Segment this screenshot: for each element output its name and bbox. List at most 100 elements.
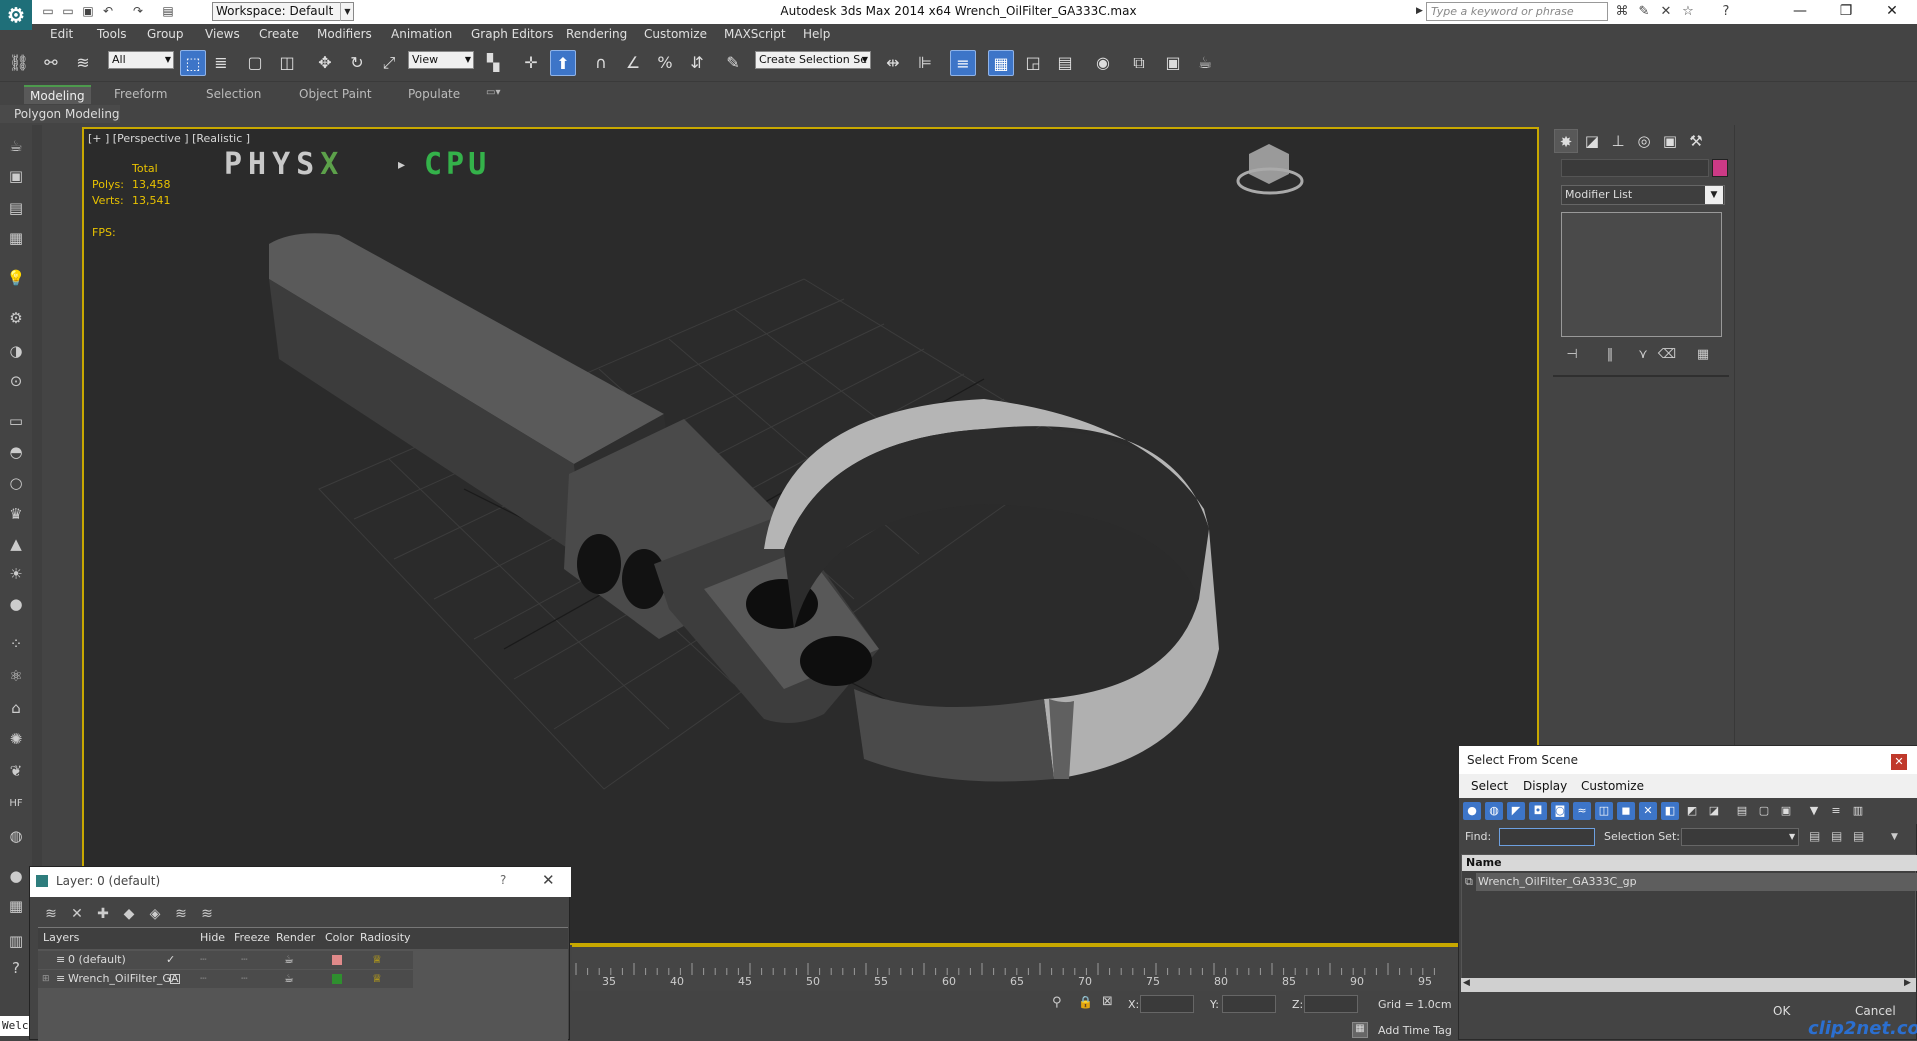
menu-help[interactable]: Help	[803, 27, 830, 41]
select-manipulate-icon[interactable]: ✛	[518, 50, 544, 76]
configure-sets-icon[interactable]: ▦	[1692, 345, 1714, 365]
layer-manager-icon[interactable]: ▦	[988, 50, 1014, 76]
selection-set-dropdown[interactable]	[1681, 828, 1799, 846]
display-none-icon[interactable]: ▢	[1755, 802, 1773, 820]
col-color[interactable]: Color	[325, 931, 354, 944]
display-spacewarps-icon[interactable]: ≈	[1573, 802, 1591, 820]
remove-modifier-icon[interactable]: ⌫	[1656, 345, 1678, 365]
col-radiosity[interactable]: Radiosity	[360, 931, 411, 944]
box-icon[interactable]: ▣	[5, 165, 27, 187]
modifier-list-dropdown[interactable]: Modifier List	[1561, 185, 1725, 205]
help-icon[interactable]: ?	[5, 957, 27, 979]
chevron-down-icon[interactable]: ▼	[1705, 186, 1723, 204]
absolute-mode-icon[interactable]: ⊠	[1102, 994, 1113, 1009]
molecule-icon[interactable]: ⚛	[5, 665, 27, 687]
hierarchy-icon[interactable]: ≡	[1827, 802, 1845, 820]
close-icon[interactable]: ✕	[1869, 0, 1915, 24]
tab-freeform[interactable]: Freeform	[114, 87, 167, 101]
menu-display[interactable]: Display	[1523, 779, 1567, 793]
angle-snap-icon[interactable]: ∠	[620, 50, 646, 76]
scroll-left-icon[interactable]: ◀	[1463, 978, 1470, 988]
restore-icon[interactable]: ❐	[1823, 0, 1869, 24]
display-tab-icon[interactable]: ▣	[1658, 129, 1682, 153]
radiosity-icon[interactable]: ♕	[372, 951, 382, 969]
menu-edit[interactable]: Edit	[50, 27, 73, 41]
pin-stack-icon[interactable]: ⊣	[1561, 345, 1583, 365]
link-icon[interactable]: ⛓	[6, 50, 32, 76]
schematic-view-icon[interactable]: ▤	[1052, 50, 1078, 76]
twist-icon[interactable]: ◑	[5, 340, 27, 362]
freeze-toggle[interactable]: ┄	[241, 951, 248, 969]
align-icon[interactable]: ⊫	[912, 50, 938, 76]
render-production-icon[interactable]: ☕	[1192, 50, 1218, 76]
cone-icon[interactable]: ▲	[5, 533, 27, 555]
layer-row[interactable]: ≡ 0 (default) ✓ ┄ ┄ ☕ ♕	[38, 951, 413, 969]
edit-set-icon[interactable]: ▤	[1831, 829, 1842, 843]
display-all-icon[interactable]: ▤	[1733, 802, 1751, 820]
select-layer-objects-icon[interactable]: ◈	[144, 903, 166, 925]
skin-icon[interactable]: ◍	[5, 825, 27, 847]
filter-icon[interactable]: ▼	[1805, 802, 1823, 820]
ribbon-options-icon[interactable]: ▭▾	[486, 87, 500, 98]
rotate-icon[interactable]: ↻	[344, 50, 370, 76]
make-unique-icon[interactable]: ⋎	[1632, 345, 1654, 365]
layer-color-swatch[interactable]	[332, 955, 342, 965]
menu-animation[interactable]: Animation	[391, 27, 452, 41]
create-tab-icon[interactable]: ✸	[1554, 129, 1578, 153]
rectangular-selection-icon[interactable]: ▢	[242, 50, 268, 76]
display-bones-icon[interactable]: ✕	[1639, 802, 1657, 820]
panel-icon[interactable]: ▥	[5, 930, 27, 952]
find-input[interactable]	[1499, 828, 1595, 846]
scale-icon[interactable]: ⤢	[376, 50, 402, 76]
tab-selection[interactable]: Selection	[206, 87, 261, 101]
grid-icon[interactable]: ▦	[5, 895, 27, 917]
move-icon[interactable]: ✥	[312, 50, 338, 76]
dome-icon[interactable]: ◓	[5, 441, 27, 463]
display-xrefs-icon[interactable]: ◼	[1617, 802, 1635, 820]
lightbulb-icon[interactable]: 💡	[5, 267, 27, 289]
add-to-layer-icon[interactable]: ◆	[118, 903, 140, 925]
named-selection-set-dropdown[interactable]: Create Selection Se ▼	[755, 51, 871, 69]
workspace-dropdown[interactable]: Workspace: Default	[212, 2, 354, 21]
object-name-field[interactable]	[1561, 159, 1709, 177]
white-sphere-icon[interactable]: ●	[5, 865, 27, 887]
star-icon[interactable]: ☆	[1680, 4, 1696, 20]
menu-tools[interactable]: Tools	[97, 27, 127, 41]
polygon-modeling-label[interactable]: Polygon Modeling	[14, 107, 120, 121]
globe-icon[interactable]: ✺	[5, 728, 27, 750]
sphere-icon[interactable]: ○	[5, 472, 27, 494]
plant-icon[interactable]: ❦	[5, 760, 27, 782]
binoculars-icon[interactable]: ⌘	[1614, 4, 1630, 20]
rectangle-icon[interactable]: ▭	[5, 410, 27, 432]
list-icon[interactable]: ▤	[5, 197, 27, 219]
display-groups-icon[interactable]: ◫	[1595, 802, 1613, 820]
display-helpers-icon[interactable]: ◙	[1551, 802, 1569, 820]
radiosity-icon[interactable]: ♕	[372, 970, 382, 988]
tab-object-paint[interactable]: Object Paint	[299, 87, 372, 101]
freeze-toggle[interactable]: ┄	[241, 970, 248, 988]
modify-tab-icon[interactable]: ◪	[1580, 129, 1604, 153]
gold-sphere-icon[interactable]: ●	[5, 593, 27, 615]
z-coordinate-field[interactable]	[1304, 995, 1358, 1013]
maxscript-listener[interactable]: Welc	[0, 1016, 29, 1036]
delete-layer-icon[interactable]: ✕	[66, 903, 88, 925]
menu-group[interactable]: Group	[147, 27, 184, 41]
menu-customize[interactable]: Customize	[1581, 779, 1644, 793]
layer-stack-icon[interactable]: ≋	[40, 903, 62, 925]
exchange-icon[interactable]: ✕	[1658, 4, 1674, 20]
motion-tab-icon[interactable]: ◎	[1632, 129, 1656, 153]
active-checkmark-icon[interactable]: ✓	[166, 951, 175, 969]
structure-icon[interactable]: ⌂	[5, 697, 27, 719]
render-setup-icon[interactable]: ⧉	[1126, 50, 1152, 76]
curve-editor-icon[interactable]: ◲	[1020, 50, 1046, 76]
display-cameras-icon[interactable]: ◘	[1529, 802, 1547, 820]
menu-create[interactable]: Create	[259, 27, 299, 41]
display-shapes-icon[interactable]: ◍	[1485, 802, 1503, 820]
name-column-header[interactable]: Name	[1462, 855, 1917, 871]
select-object-icon[interactable]: ⬚	[180, 50, 206, 76]
edit-named-selection-icon[interactable]: ✎	[720, 50, 746, 76]
lock-icon[interactable]: 🔒	[1078, 995, 1093, 1009]
display-geometry-icon[interactable]: ●	[1463, 802, 1481, 820]
close-icon[interactable]: ✕	[1891, 754, 1907, 770]
camera-icon[interactable]: ⊙	[5, 370, 27, 392]
